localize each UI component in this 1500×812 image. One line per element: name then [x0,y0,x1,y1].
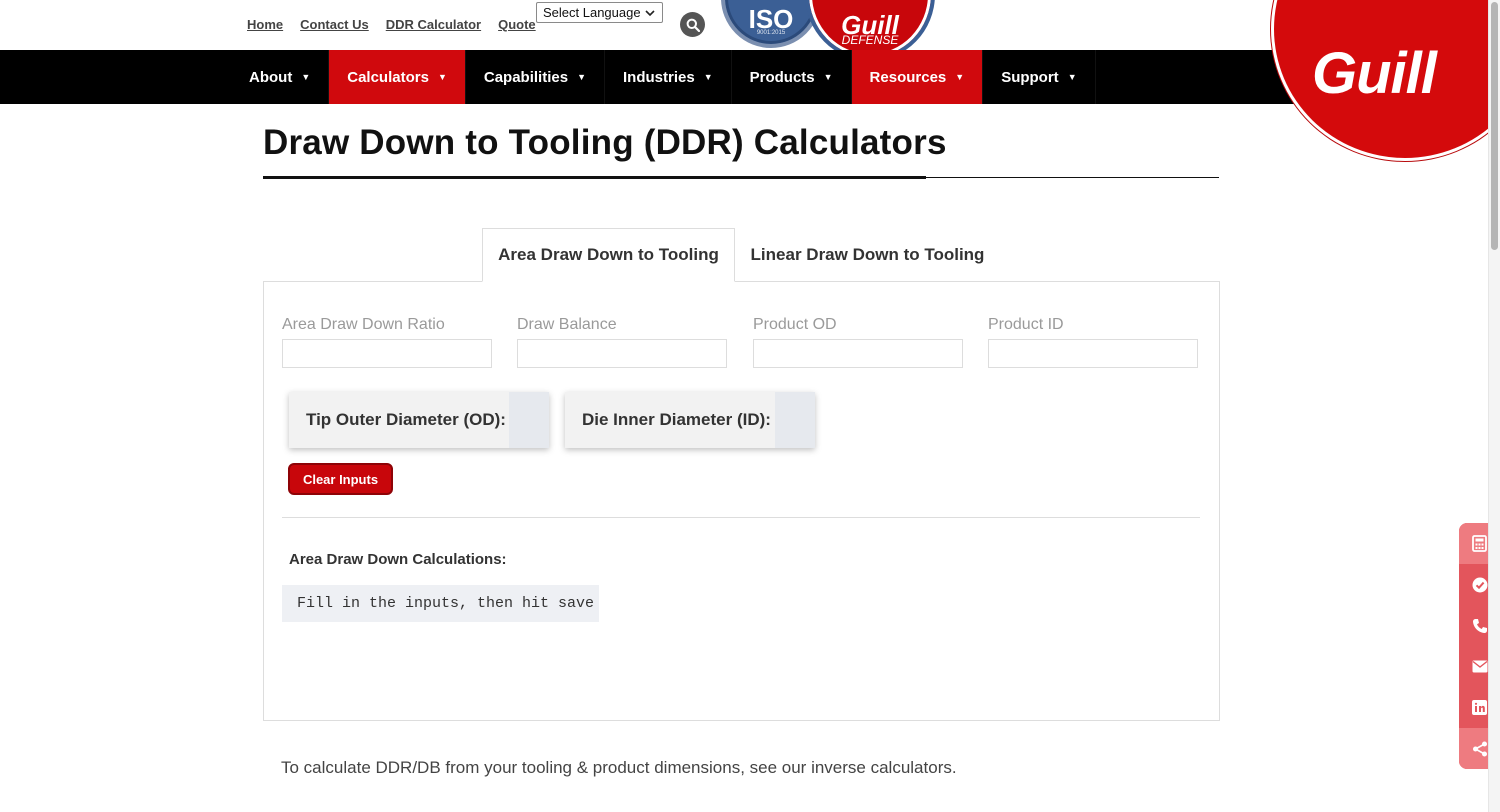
nav-label: Calculators [347,68,429,86]
nav-label: Industries [623,68,695,86]
tip-od-label: Tip Outer Diameter (OD): [306,410,506,429]
caret-down-icon: ▼ [703,72,713,82]
tip-od-value [509,392,549,448]
linkedin-icon [1472,700,1487,715]
tip-od-result: Tip Outer Diameter (OD): [289,392,549,448]
die-id-result: Die Inner Diameter (ID): [565,392,815,448]
panel-divider [282,517,1200,518]
nav-items: About ▼ Calculators ▼ Capabilities ▼ Indust… [231,50,1096,104]
guill-logo-text: Guill [1312,41,1437,106]
caret-down-icon: ▼ [437,72,447,82]
calculations-heading: Area Draw Down Calculations: [289,551,507,568]
nav-label: Resources [869,68,947,86]
nav-item-about[interactable]: About ▼ [231,50,330,104]
caret-down-icon: ▼ [577,72,586,82]
search-icon [686,18,700,32]
draw-balance-input[interactable] [517,339,727,368]
calculations-output: Fill in the inputs, then hit save [282,585,599,622]
area-draw-down-ratio-input[interactable] [282,339,492,368]
page-scrollbar[interactable] [1488,0,1500,812]
nav-label: Support [1001,68,1059,86]
envelope-icon [1472,660,1487,673]
die-id-value [775,392,815,448]
nav-item-resources[interactable]: Resources ▼ [851,50,984,104]
utility-links: Home Contact Us DDR Calculator Quote [247,17,536,32]
inverse-calculators-note: To calculate DDR/DB from your tooling & … [281,758,957,777]
page-title: Draw Down to Tooling (DDR) Calculators [263,123,947,162]
clear-inputs-button[interactable]: Clear Inputs [288,463,393,495]
nav-label: Products [749,68,815,86]
nav-item-products[interactable]: Products ▼ [732,50,852,104]
field-product-od: Product OD [753,316,963,368]
field-label: Area Draw Down Ratio [282,316,445,333]
nav-item-industries[interactable]: Industries ▼ [605,50,732,104]
caret-down-icon: ▼ [955,72,965,82]
calculator-icon [1472,535,1487,552]
guill-logo[interactable]: Guill [1274,0,1500,158]
language-select-value: Select Language [543,5,641,20]
caret-down-icon: ▼ [1067,72,1077,82]
ddr-calculator-link[interactable]: DDR Calculator [386,17,481,32]
field-label: Product OD [753,316,837,333]
phone-icon [1472,618,1487,633]
nav-item-support[interactable]: Support ▼ [983,50,1096,104]
tab-area-draw-down[interactable]: Area Draw Down to Tooling [482,228,735,282]
iso-badge-sub: 9001:2015 [756,30,786,36]
die-id-label: Die Inner Diameter (ID): [582,410,771,429]
field-area-draw-down-ratio: Area Draw Down Ratio [282,316,492,368]
contact-us-link[interactable]: Contact Us [300,17,369,32]
quote-link[interactable]: Quote [498,17,536,32]
share-icon [1472,741,1487,756]
nav-item-capabilities[interactable]: Capabilities ▼ [466,50,605,104]
chevron-down-icon [645,9,655,16]
language-select[interactable]: Select Language [536,2,663,23]
nav-label: Capabilities [483,68,569,86]
search-button[interactable] [680,12,705,37]
field-label: Product ID [988,316,1064,333]
field-product-id: Product ID [988,316,1198,368]
caret-down-icon: ▼ [301,72,311,82]
field-label: Draw Balance [517,316,617,333]
product-id-input[interactable] [988,339,1198,368]
caret-down-icon: ▼ [823,72,833,82]
nav-item-calculators[interactable]: Calculators ▼ [329,50,466,104]
main-nav: About ▼ Calculators ▼ Capabilities ▼ Indust… [0,50,1488,104]
check-circle-icon [1472,577,1487,592]
guill-defense-sub: DEFENSE [841,33,899,47]
scrollbar-thumb[interactable] [1491,2,1498,250]
tab-linear-draw-down[interactable]: Linear Draw Down to Tooling [735,228,1000,282]
nav-label: About [249,68,293,86]
product-od-input[interactable] [753,339,963,368]
home-link[interactable]: Home [247,17,283,32]
title-underline [263,176,926,179]
field-draw-balance: Draw Balance [517,316,727,368]
